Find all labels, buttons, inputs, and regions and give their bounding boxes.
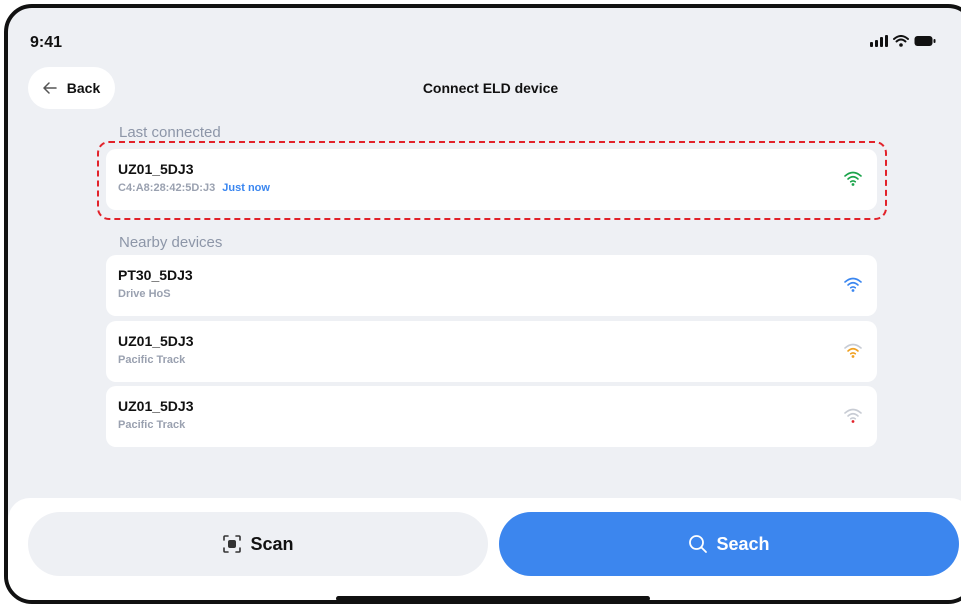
wifi-signal-medium-icon [844, 343, 862, 358]
device-name: PT30_5DJ3 [118, 267, 193, 283]
device-frame: 9:41 Back Connect ELD device Last connec… [4, 4, 961, 604]
home-indicator [336, 596, 650, 600]
device-provider: Drive HoS [118, 288, 171, 300]
search-label: Seach [716, 533, 770, 554]
wifi-signal-weak-icon [844, 408, 862, 423]
cellular-signal-icon [870, 35, 888, 47]
nearby-device-card[interactable]: UZ01_5DJ3 Pacific Track [106, 386, 877, 447]
page-title: Connect ELD device [422, 80, 559, 96]
wifi-signal-icon [844, 277, 862, 292]
last-connected-highlight [97, 141, 887, 220]
scan-icon [223, 535, 242, 553]
nearby-device-card[interactable]: UZ01_5DJ3 Pacific Track [106, 321, 877, 382]
status-time: 9:41 [30, 34, 63, 51]
device-name: UZ01_5DJ3 [118, 398, 194, 414]
scan-button[interactable]: Scan [28, 512, 488, 576]
device-name: UZ01_5DJ3 [118, 333, 194, 349]
section-label-last-connected: Last connected [119, 124, 221, 141]
search-icon [689, 535, 708, 553]
section-label-nearby-devices: Nearby devices [119, 234, 223, 251]
device-provider: Pacific Track [118, 419, 186, 431]
battery-icon [914, 36, 936, 46]
scan-label: Scan [250, 533, 294, 554]
status-icons [870, 35, 936, 47]
wifi-status-icon [893, 35, 909, 47]
search-button[interactable]: Seach [499, 512, 959, 576]
device-provider: Pacific Track [118, 354, 186, 366]
nearby-device-card[interactable]: PT30_5DJ3 Drive HoS [106, 255, 877, 316]
status-bar: 9:41 [8, 8, 961, 68]
